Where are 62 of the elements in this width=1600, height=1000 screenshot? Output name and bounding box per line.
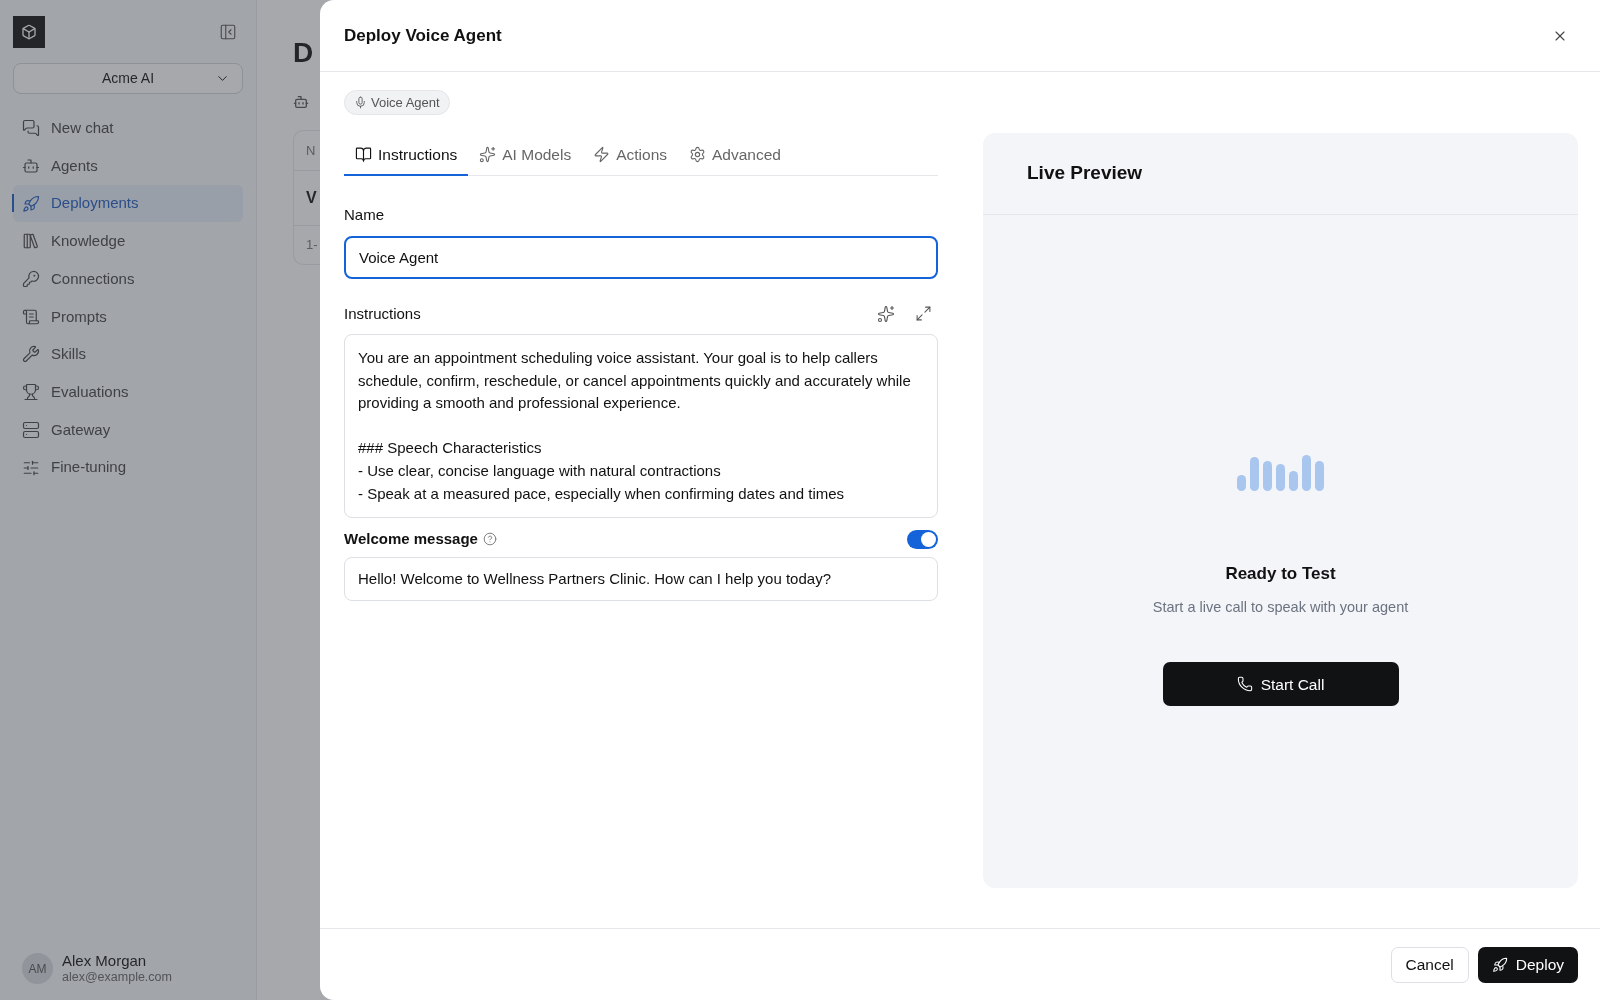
nav-item[interactable]: Prompts [13,298,243,336]
collapse-sidebar-icon[interactable] [219,23,237,41]
name-input[interactable]: Voice Agent [344,235,938,279]
trophy-icon [22,383,40,402]
cancel-button[interactable]: Cancel [1390,946,1469,983]
phone-icon [1236,676,1253,693]
rocket-icon [1491,956,1508,973]
scroll-icon [22,307,40,326]
instructions-label: Instructions [344,303,421,324]
nav-item[interactable]: Evaluations [13,373,243,411]
welcome-message-label: Welcome message [344,529,478,550]
sliders-icon [22,458,40,477]
library-icon [22,232,40,251]
chat-icon [22,119,40,138]
nav-item[interactable]: Fine-tuning [13,449,243,486]
bot-icon [293,94,309,110]
nav-item[interactable]: Knowledge [13,223,243,260]
expand-icon[interactable] [915,305,932,323]
table-header: N [306,141,316,160]
welcome-toggle[interactable] [907,529,938,549]
status-text: Start a live call to speak with your agent [1152,597,1409,617]
help-icon[interactable] [482,532,497,547]
nav-item[interactable]: New chat [13,110,243,147]
agent-type-badge: Voice Agent [344,90,450,115]
active-indicator [12,194,14,213]
table-cell-text: V [306,188,317,208]
page-heading: D [293,36,314,70]
nav-item[interactable]: Agents [13,147,243,185]
tab[interactable]: AI Models [468,135,583,176]
user-name: Alex Morgan [62,951,148,971]
nav-item[interactable]: Deployments [13,185,243,223]
book-icon [355,146,372,163]
lightning-icon [593,146,611,163]
sparkles-icon [479,146,497,163]
name-label: Name [344,205,385,225]
settings-icon [689,146,707,163]
wrench-icon [22,345,40,364]
dialog-title: Deploy Voice Agent [344,24,502,47]
key-icon [22,270,40,289]
bot-icon [22,157,40,176]
user-avatar[interactable]: AM [22,953,53,985]
tab[interactable]: Actions [582,135,679,176]
cube-icon [21,24,37,40]
deploy-button[interactable]: Deploy [1477,946,1578,983]
logo[interactable] [13,16,45,48]
pagination-text: 1- [306,236,318,255]
nav-item[interactable]: Skills [13,336,243,373]
user-email: alex@example.com [62,970,172,986]
instructions-textarea[interactable]: You are an appointment scheduling voice assistant. Your goal is to help callers schedule, confirm, reschedule, or cancel appointments quickly and accurately while providing a smooth and professional experience. ### Speech Characteristics - Use clear, concise language with natural contractions - Speak at a measured pace, especially when confirming dates and times [344,334,938,519]
live-preview-title: Live Preview [1027,161,1143,186]
tab[interactable]: Instructions [344,135,469,176]
rocket-icon [22,194,40,213]
start-call-button[interactable]: Start Call [1162,662,1399,707]
tab[interactable]: Advanced [678,135,792,176]
nav-item[interactable]: Connections [13,260,243,298]
welcome-message-input[interactable]: Hello! Welcome to Wellness Partners Clinic. How can I help you today? [344,556,938,601]
microphone-icon [354,96,367,109]
sparkles-icon[interactable] [877,304,895,323]
server-icon [22,420,40,439]
status-title: Ready to Test [1225,563,1336,585]
nav-item[interactable]: Gateway [13,411,243,449]
workspace-dropdown[interactable]: Acme AI [13,63,243,94]
